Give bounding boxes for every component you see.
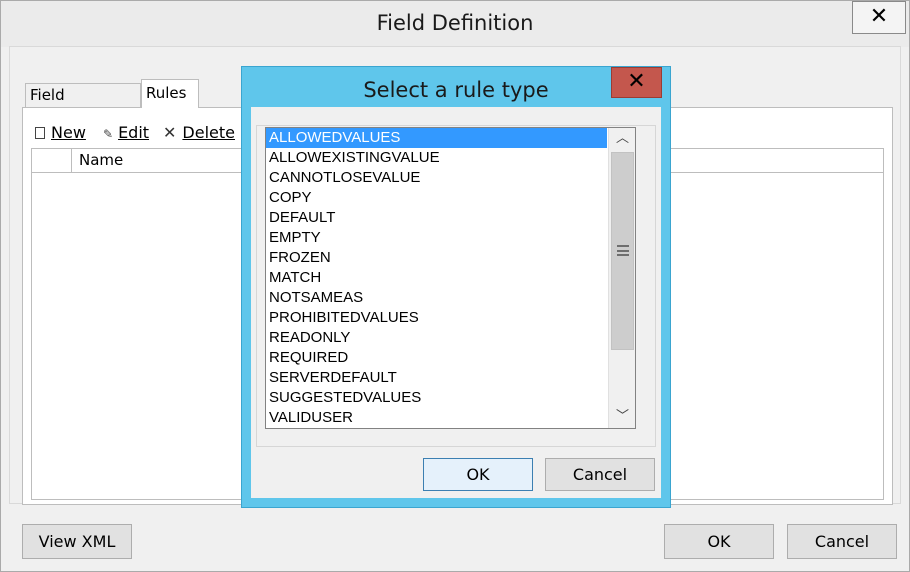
close-icon: ✕ [869,4,889,29]
scroll-up-button[interactable]: ︿ [609,128,635,150]
view-xml-button[interactable]: View XML [22,524,132,559]
dialog-title: Select a rule type [363,78,549,102]
grid-row-header-cell[interactable] [32,149,72,173]
dialog-cancel-button[interactable]: Cancel [545,458,655,491]
chevron-down-icon: ﹀ [615,409,629,424]
rule-type-listbox[interactable]: ALLOWEDVALUES ALLOWEXISTINGVALUE CANNOTLOS… [265,127,636,429]
rule-type-item[interactable]: MATCH [266,268,607,288]
rule-type-item[interactable]: PROHIBITEDVALUES [266,308,607,328]
main-close-button[interactable]: ✕ [852,1,906,34]
select-rule-type-dialog: Select a rule type ✕ ALLOWEDVALUES ALLOWE… [241,66,671,508]
pencil-icon: ✎ [103,127,114,141]
rule-type-item[interactable]: ALLOWEXISTINGVALUE [266,148,607,168]
rule-type-item[interactable]: DEFAULT [266,208,607,228]
dialog-client-area: ALLOWEDVALUES ALLOWEXISTINGVALUE CANNOTLOS… [251,107,661,498]
rule-type-items: ALLOWEDVALUES ALLOWEXISTINGVALUE CANNOTLOS… [266,128,607,428]
edit-button-label: Edit [118,123,150,142]
new-document-icon [35,127,45,139]
edit-button[interactable]: ✎ Edit [103,122,149,145]
new-button[interactable]: New [35,122,86,144]
new-button-label: New [51,123,86,142]
tab-rules[interactable]: Rules [141,79,199,108]
rule-type-item[interactable]: VALIDUSER [266,408,607,428]
rule-type-item[interactable]: REQUIRED [266,348,607,368]
close-icon: ✕ [627,69,646,94]
rule-type-item[interactable]: SUGGESTEDVALUES [266,388,607,408]
main-window-title: Field Definition [376,11,534,35]
rule-type-item[interactable]: READONLY [266,328,607,348]
scroll-thumb[interactable] [611,152,634,350]
scroll-down-button[interactable]: ﹀ [609,406,635,428]
delete-x-icon: ✕ [163,123,177,142]
rule-type-item[interactable]: SERVERDEFAULT [266,368,607,388]
main-ok-button[interactable]: OK [664,524,774,559]
main-titlebar[interactable]: Field Definition ✕ [1,1,909,47]
rule-type-item[interactable]: NOTSAMEAS [266,288,607,308]
delete-button-label: Delete [182,123,235,142]
main-cancel-button[interactable]: Cancel [787,524,897,559]
rule-type-item[interactable]: ALLOWEDVALUES [266,128,607,148]
tab-field-definition[interactable]: Field Definition [25,83,141,126]
rule-type-item[interactable]: COPY [266,188,607,208]
dialog-ok-button[interactable]: OK [423,458,533,491]
delete-button[interactable]: ✕ Delete [163,122,235,144]
rule-type-item[interactable]: CANNOTLOSEVALUE [266,168,607,188]
dialog-close-button[interactable]: ✕ [611,67,662,98]
grip-icon [617,245,629,256]
chevron-up-icon: ︿ [615,131,629,146]
grid-column-name[interactable]: Name [79,151,123,169]
listbox-scrollbar[interactable]: ︿ ﹀ [608,128,635,428]
rule-type-item[interactable]: FROZEN [266,248,607,268]
rule-type-item[interactable]: EMPTY [266,228,607,248]
